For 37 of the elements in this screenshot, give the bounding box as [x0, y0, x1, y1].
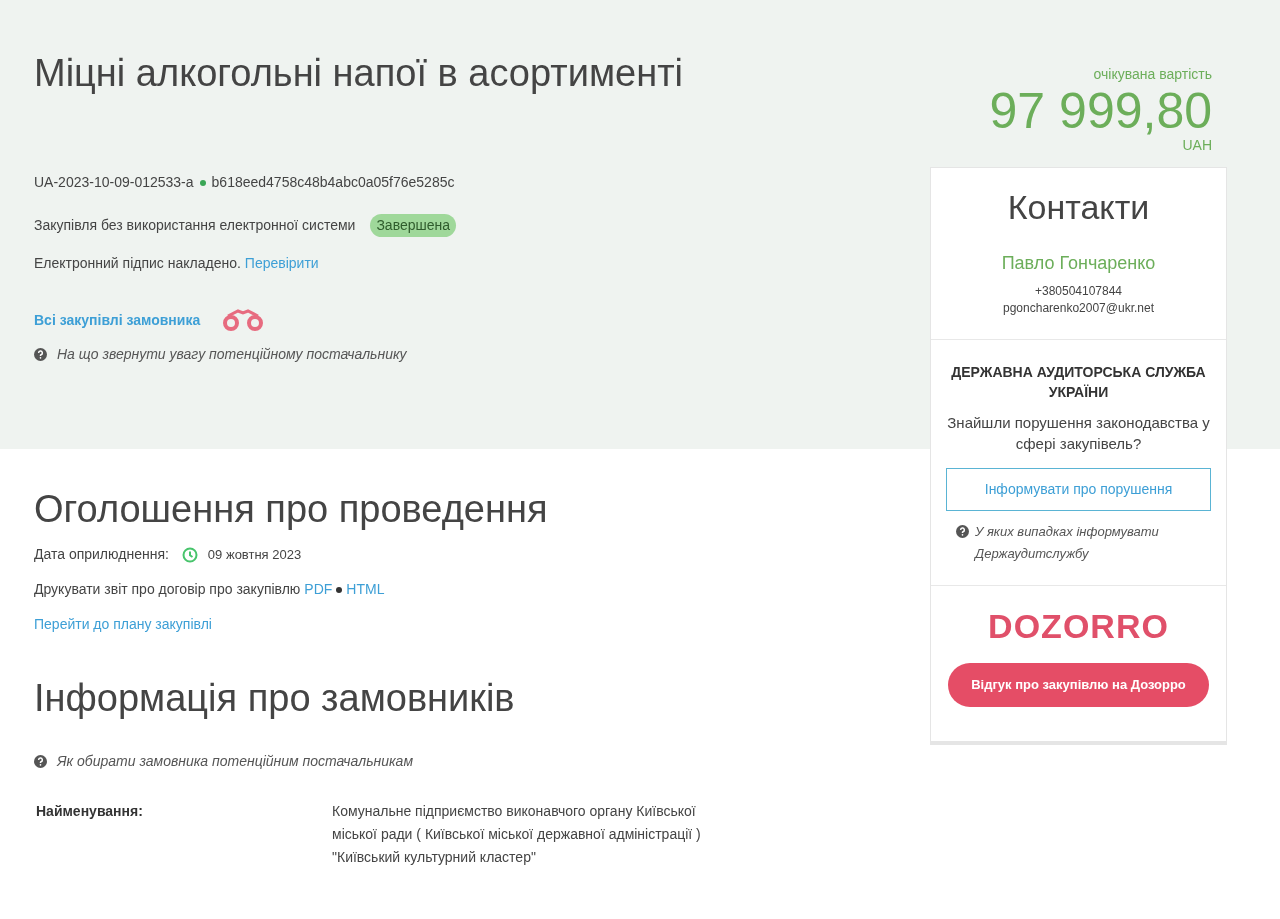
audit-hint-link[interactable]: У яких випадках інформувати Держаудитслужбу	[975, 521, 1201, 565]
print-label: Друкувати звіт про договір про закупівлю	[34, 580, 301, 599]
help-icon	[34, 755, 47, 768]
contact-phone: +380504107844	[1034, 283, 1123, 300]
verify-link[interactable]: Перевірити	[244, 253, 319, 274]
contacts-title: Контакти	[1007, 187, 1150, 228]
signature-text: Електронний підпис накладено.	[34, 254, 241, 273]
date-label: Дата оприлюднення:	[34, 545, 169, 564]
dozorro-feedback-button[interactable]: Відгук про закупівлю на Дозорро	[948, 663, 1209, 707]
all-purchases-link[interactable]: Всі закупівлі замовника	[34, 309, 201, 331]
page-title: Міцні алкогольні напої в асортименті	[34, 51, 685, 96]
price-amount: 97 999,80	[989, 85, 1212, 137]
supplier-hint-link[interactable]: На що звернути увагу потенційному постачальнику	[57, 344, 407, 365]
audit-question: Знайшли порушення законодавства у сфері закупівель?	[946, 413, 1211, 454]
publish-date: 09 жовтня 2023	[207, 545, 302, 564]
section-title: Інформація про замовників	[34, 676, 516, 721]
dozorro-logo: DOZORRO	[988, 606, 1169, 646]
price-label: очікувана вартість	[1093, 65, 1212, 84]
hash-text: b618eed4758c48b4abc0a05f76e5285c	[211, 173, 455, 192]
field-label: Найменування:	[35, 802, 144, 821]
plan-link[interactable]: Перейти до плану закупівлі	[34, 614, 212, 635]
help-icon	[34, 348, 47, 361]
field-value: Комунальне підприємство виконавчого органу Київської міської ради ( Київської міської державної адміністрації ) "Київський культурний кластер"	[332, 802, 702, 867]
contact-email[interactable]: pgoncharenko2007@ukr.net	[1003, 300, 1154, 317]
html-link[interactable]: HTML	[346, 579, 385, 600]
currency-label: UAH	[1182, 137, 1212, 153]
procurement-type: Закупівля без використання електронної системи	[34, 216, 356, 235]
help-icon	[956, 525, 969, 538]
customer-hint-link[interactable]: Як обирати замовника потенційним постачальникам	[57, 751, 413, 772]
clock-icon	[181, 546, 198, 563]
report-violation-button[interactable]: Інформувати про порушення	[946, 468, 1211, 511]
status-badge: Завершена	[370, 214, 457, 237]
procurement-id: UA-2023-10-09-012533-a	[34, 173, 194, 192]
contact-name: Павло Гончаренко	[1001, 252, 1156, 275]
section-title: Оголошення про проведення	[34, 487, 549, 532]
pdf-link[interactable]: PDF	[304, 579, 333, 600]
audit-title: ДЕРЖАВНА АУДИТОРСЬКА СЛУЖБА УКРАЇНИ	[950, 363, 1207, 402]
